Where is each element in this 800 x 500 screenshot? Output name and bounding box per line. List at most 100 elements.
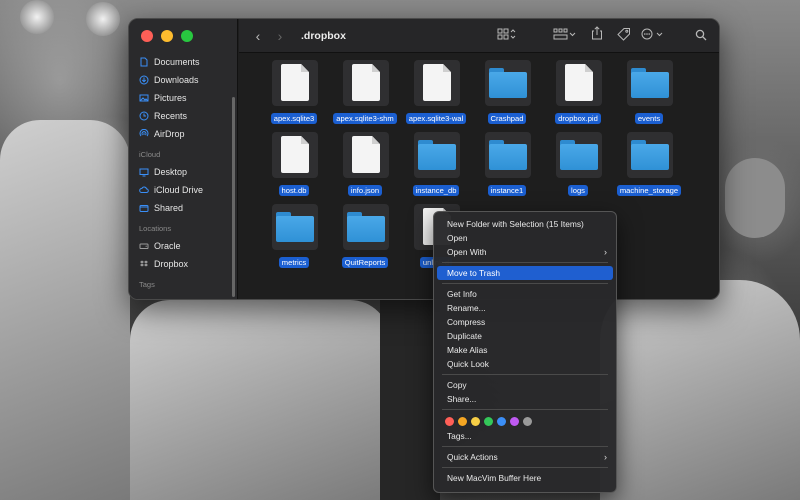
finder-window: Documents Downloads Pictures Recents Air… <box>128 18 720 300</box>
sidebar-item-label: Dropbox <box>154 259 189 269</box>
forward-button[interactable]: › <box>269 28 291 44</box>
menu-item-get-info[interactable]: Get Info <box>437 287 613 301</box>
document-icon <box>352 136 380 173</box>
clock-icon <box>139 111 149 121</box>
file-item[interactable]: info.json <box>329 130 401 200</box>
file-name: apex.sqlite3-wal <box>405 113 467 124</box>
folder-item[interactable]: metrics <box>258 202 330 272</box>
document-icon <box>139 57 149 67</box>
menu-item-quick-look[interactable]: Quick Look <box>437 357 613 371</box>
menu-item-rename[interactable]: Rename... <box>437 301 613 315</box>
menu-item-make-alias[interactable]: Make Alias <box>437 343 613 357</box>
file-name: dropbox.pid <box>555 113 601 124</box>
file-item[interactable]: apex.sqlite3-wal <box>400 58 472 128</box>
document-icon <box>281 136 309 173</box>
folder-item[interactable]: events <box>613 58 685 128</box>
sidebar-item-airdrop[interactable]: AirDrop <box>129 125 237 143</box>
document-icon <box>565 64 593 101</box>
tag-color-orange[interactable] <box>458 416 467 426</box>
sidebar-item-dropbox[interactable]: Dropbox <box>129 255 237 273</box>
sidebar-item-oracle[interactable]: Oracle <box>129 237 237 255</box>
file-name: apex.sqlite3-shm <box>333 113 397 124</box>
view-grid-icon[interactable] <box>497 28 517 43</box>
folder-item[interactable]: Crashpad <box>471 58 543 128</box>
chevron-right-icon: › <box>604 247 607 257</box>
file-item[interactable]: apex.sqlite3-shm <box>329 58 401 128</box>
document-icon <box>423 64 451 101</box>
menu-item-tags[interactable]: Tags... <box>437 429 613 443</box>
share-icon[interactable] <box>591 26 603 43</box>
tag-color-purple[interactable] <box>510 416 519 426</box>
sidebar-item-desktop[interactable]: Desktop <box>129 163 237 181</box>
menu-separator <box>442 446 608 447</box>
file-name: host.db <box>278 185 310 196</box>
sidebar-item-shared[interactable]: Shared <box>129 199 237 217</box>
window-controls <box>141 30 193 42</box>
sidebar-item-label: Oracle <box>154 241 181 251</box>
folder-icon <box>631 68 669 98</box>
tag-icon[interactable] <box>617 27 631 44</box>
close-button[interactable] <box>141 30 153 42</box>
tag-color-blue[interactable] <box>497 416 506 426</box>
file-name: info.json <box>347 185 383 196</box>
menu-item-new-folder-with-selection[interactable]: New Folder with Selection (15 Items) <box>437 217 613 231</box>
menu-item-new-macvim-buffer[interactable]: New MacVim Buffer Here <box>437 471 613 485</box>
file-name: instance1 <box>487 185 527 196</box>
menu-item-duplicate[interactable]: Duplicate <box>437 329 613 343</box>
toolbar: ‹ › .dropbox <box>239 19 719 53</box>
pictures-icon <box>139 93 149 103</box>
sidebar-item-downloads[interactable]: Downloads <box>129 71 237 89</box>
file-item[interactable]: dropbox.pid <box>542 58 614 128</box>
tag-color-yellow[interactable] <box>471 416 480 426</box>
menu-item-open-with[interactable]: Open With › <box>437 245 613 259</box>
document-icon <box>281 64 309 101</box>
minimize-button[interactable] <box>161 30 173 42</box>
zoom-button[interactable] <box>181 30 193 42</box>
folder-icon <box>560 140 598 170</box>
tag-color-gray[interactable] <box>523 416 532 426</box>
sidebar-scrollbar[interactable] <box>232 97 235 297</box>
folder-icon <box>489 140 527 170</box>
sidebar-item-pictures[interactable]: Pictures <box>129 89 237 107</box>
folder-item[interactable]: instance_db <box>400 130 472 200</box>
menu-item-quick-actions[interactable]: Quick Actions › <box>437 450 613 464</box>
folder-item[interactable]: logs <box>542 130 614 200</box>
menu-item-compress[interactable]: Compress <box>437 315 613 329</box>
menu-item-move-to-trash[interactable]: Move to Trash <box>437 266 613 280</box>
sidebar: Documents Downloads Pictures Recents Air… <box>129 19 238 299</box>
wallpaper-shadow <box>380 300 440 500</box>
search-icon[interactable] <box>695 29 707 44</box>
menu-separator <box>442 409 608 410</box>
file-name: QuitReports <box>341 257 389 268</box>
sidebar-item-label: Desktop <box>154 167 188 177</box>
sidebar-item-label: Pictures <box>154 93 187 103</box>
sidebar-item-documents[interactable]: Documents <box>129 53 237 71</box>
window-title: .dropbox <box>301 29 346 42</box>
sidebar-item-icloud-drive[interactable]: iCloud Drive <box>129 181 237 199</box>
file-name: events <box>634 113 664 124</box>
folder-item[interactable]: machine_storage <box>613 130 685 200</box>
menu-item-open[interactable]: Open <box>437 231 613 245</box>
group-icon[interactable] <box>553 28 577 43</box>
folder-item[interactable]: instance1 <box>471 130 543 200</box>
sidebar-item-recents[interactable]: Recents <box>129 107 237 125</box>
file-name: logs <box>568 185 588 196</box>
tag-color-green[interactable] <box>484 416 493 426</box>
menu-item-copy[interactable]: Copy <box>437 378 613 392</box>
desktop-icon <box>139 167 149 177</box>
folder-icon <box>418 140 456 170</box>
menu-item-share[interactable]: Share... <box>437 392 613 406</box>
sidebar-item-label: iCloud Drive <box>154 185 204 195</box>
folder-item[interactable]: QuitReports <box>329 202 401 272</box>
tag-color-red[interactable] <box>445 416 454 426</box>
sidebar-item-label: Downloads <box>154 75 199 85</box>
more-icon[interactable] <box>641 28 665 43</box>
file-item[interactable]: apex.sqlite3 <box>258 58 330 128</box>
wallpaper-figure <box>600 280 800 500</box>
chevron-right-icon: › <box>604 452 607 462</box>
document-icon <box>352 64 380 101</box>
back-button[interactable]: ‹ <box>247 28 269 44</box>
file-item[interactable]: host.db <box>258 130 330 200</box>
airdrop-icon <box>139 129 149 139</box>
context-menu: New Folder with Selection (15 Items) Ope… <box>433 211 617 493</box>
